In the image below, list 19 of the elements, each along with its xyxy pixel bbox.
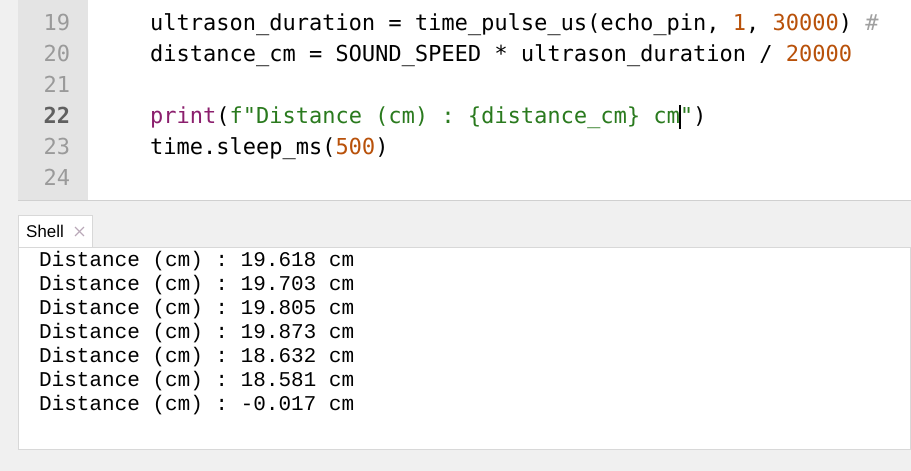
shell-output-line: Distance (cm) : 19.618 cm <box>39 250 354 274</box>
line-number: 24 <box>44 165 70 193</box>
shell-output-line: Distance (cm) : 18.581 cm <box>39 370 354 394</box>
code-line: ultrason_duration = time_pulse_us(echo_pin, 1, 30000) # <box>150 10 879 38</box>
code-line: print(f"Distance (cm) : {distance_cm} cm") <box>150 103 706 131</box>
line-number: 21 <box>44 72 70 100</box>
shell-tab[interactable]: Shell <box>18 215 93 247</box>
shell-output-line: Distance (cm) : 19.703 cm <box>39 274 354 298</box>
line-number: 19 <box>44 10 70 38</box>
close-icon[interactable] <box>74 226 85 237</box>
shell-output-line: Distance (cm) : -0.017 cm <box>39 394 354 418</box>
shell-output-line: Distance (cm) : 19.805 cm <box>39 298 354 322</box>
line-number: 23 <box>44 134 70 162</box>
shell-output-line: Distance (cm) : 18.632 cm <box>39 346 354 370</box>
line-number: 22 <box>44 103 70 131</box>
code-line: time.sleep_ms(500) <box>150 134 388 162</box>
code-line: distance_cm = SOUND_SPEED * ultrason_duration / 20000 <box>150 41 852 69</box>
line-number: 20 <box>44 41 70 69</box>
shell-output-line: Distance (cm) : 19.873 cm <box>39 322 354 346</box>
